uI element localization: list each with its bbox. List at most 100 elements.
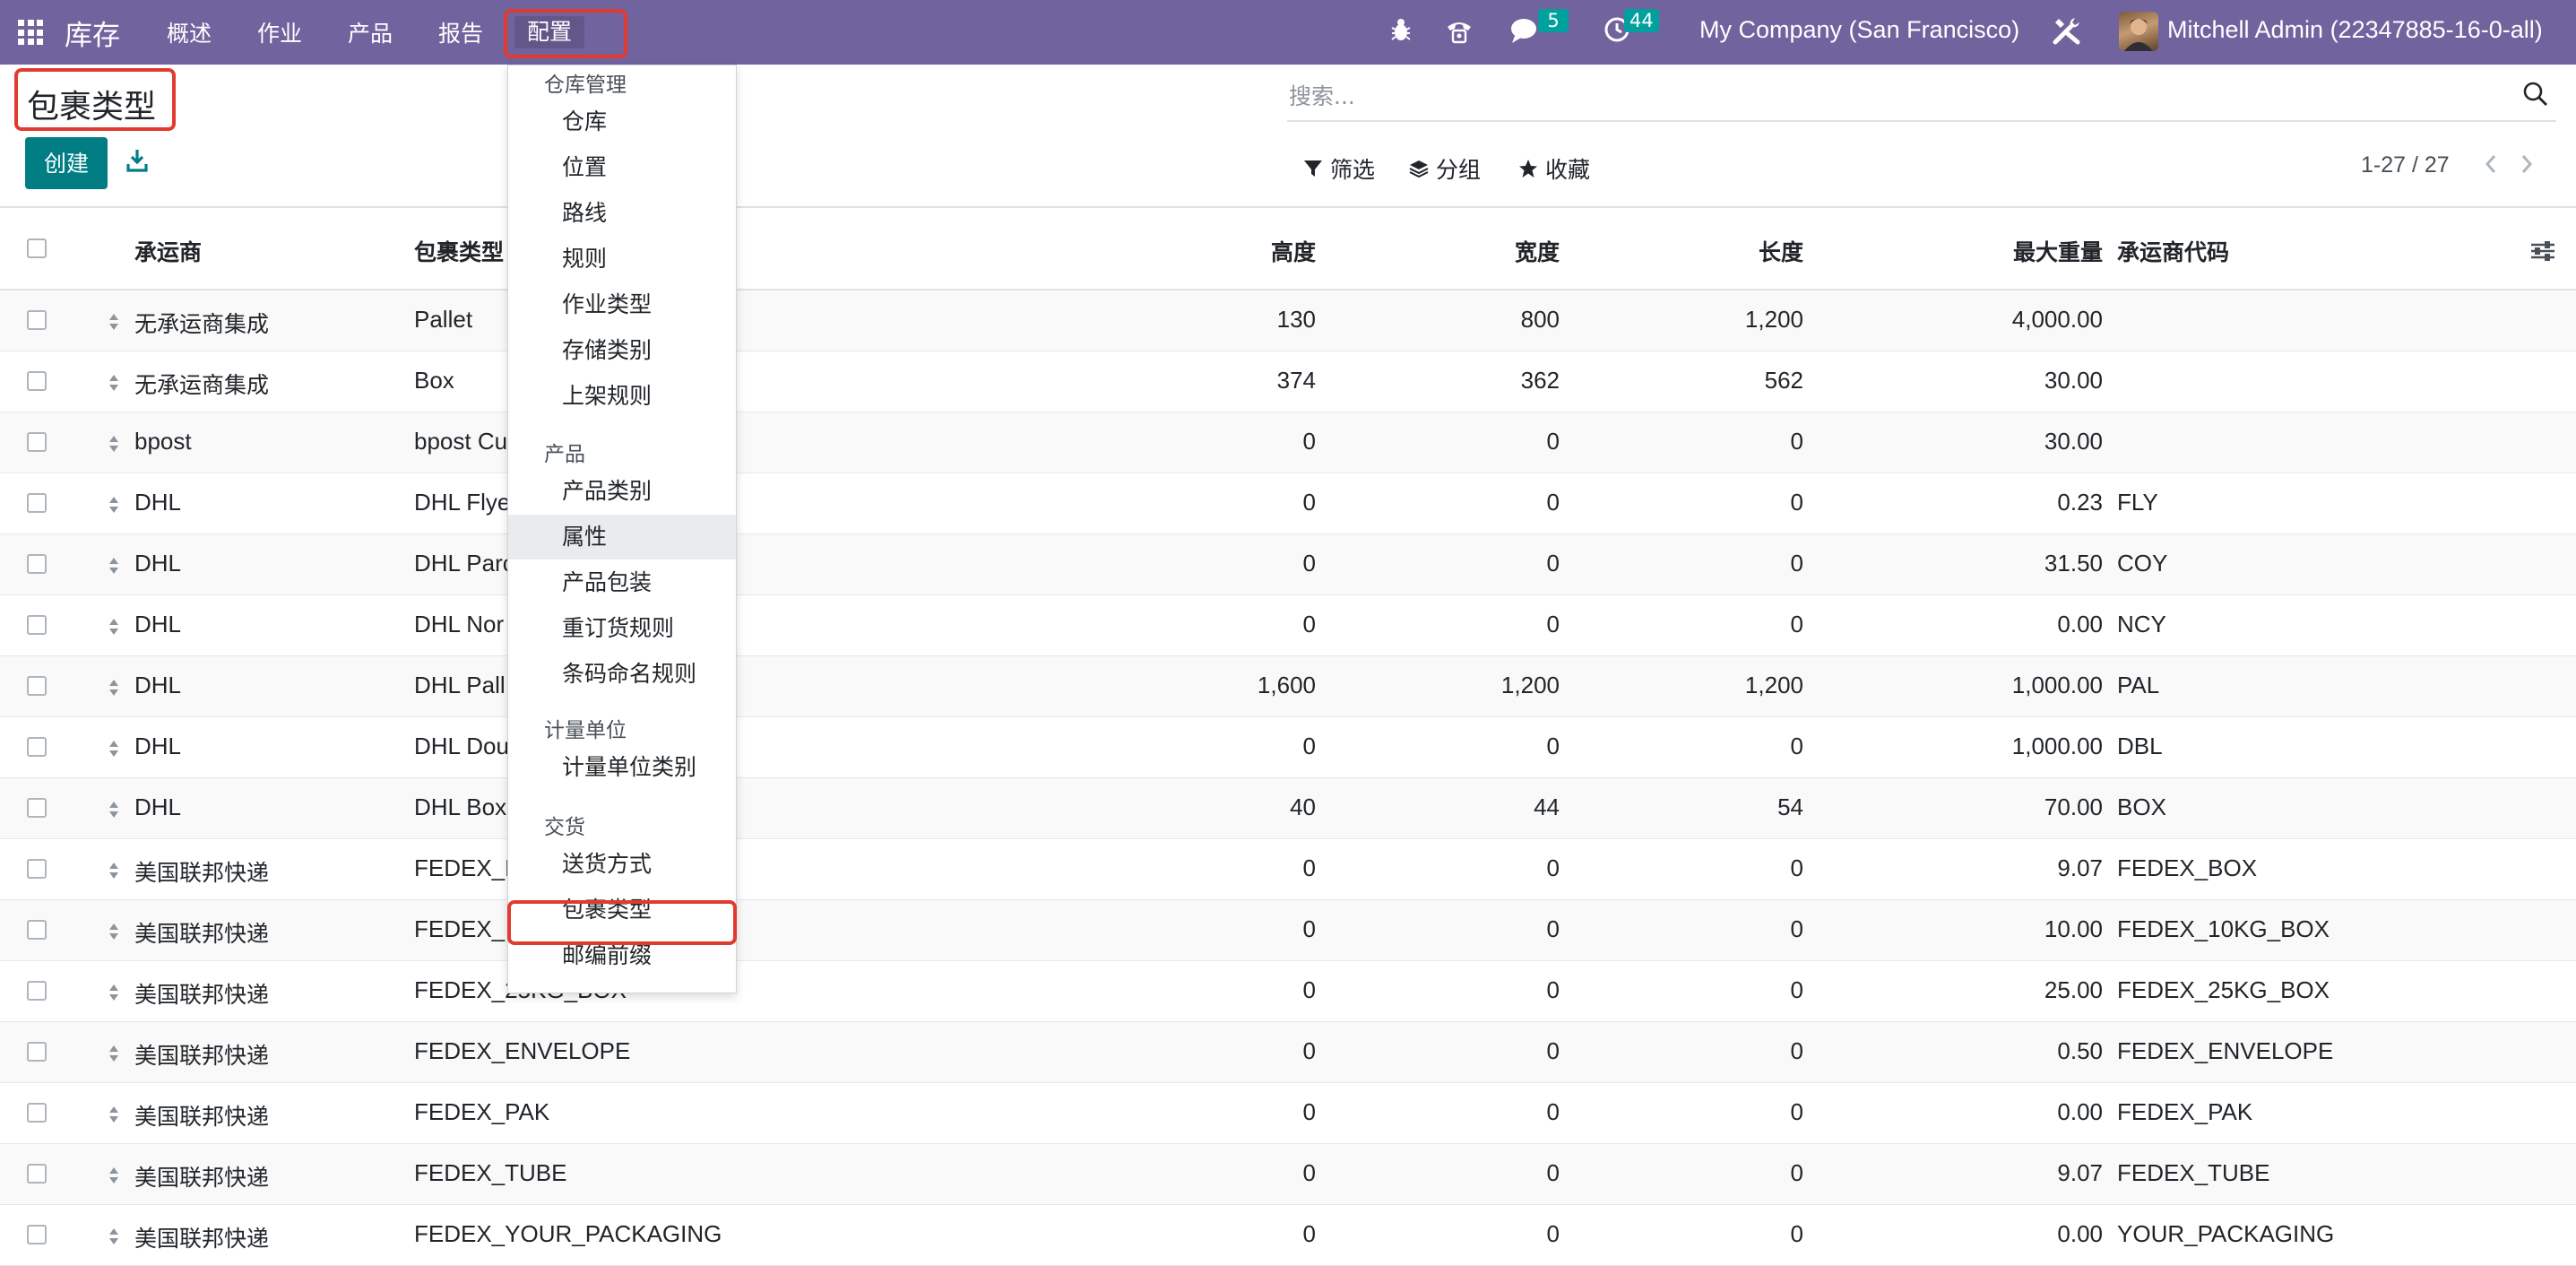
dropdown-item[interactable]: 规则 (508, 237, 736, 282)
menu-products[interactable]: 产品 (348, 16, 393, 48)
col-length[interactable]: 长度 (1635, 235, 1803, 267)
dropdown-item[interactable]: 产品包装 (508, 560, 736, 605)
user-menu[interactable]: Mitchell Admin (22347885-16-0-all) (2167, 16, 2543, 44)
dropdown-item[interactable]: 产品类别 (508, 469, 736, 514)
row-checkbox[interactable] (27, 859, 47, 879)
row-checkbox[interactable] (27, 737, 47, 757)
table-row[interactable]: bpost bpost Cu 0 0 0 30.00 (0, 412, 2576, 473)
chat-icon[interactable] (1509, 16, 1542, 45)
avatar[interactable] (2119, 12, 2158, 51)
cell-max-weight: 9.07 (2057, 1159, 2103, 1186)
row-checkbox[interactable] (27, 432, 47, 452)
table-row[interactable]: 美国联邦快递 FEDEX_ENVELOPE 0 0 0 0.50 FEDEX_ENVELOP… (0, 1022, 2576, 1083)
drag-handle-icon[interactable] (108, 434, 120, 454)
cell-length: 0 (1790, 1037, 1803, 1064)
drag-handle-icon[interactable] (108, 373, 120, 393)
dropdown-item[interactable]: 位置 (508, 145, 736, 190)
col-max-weight[interactable]: 最大重量 (1882, 235, 2103, 267)
search-input[interactable] (1287, 77, 2492, 115)
drag-handle-icon[interactable] (108, 556, 120, 576)
row-checkbox[interactable] (27, 1225, 47, 1244)
table-row[interactable]: DHL DHL Dou 0 0 0 1,000.00 DBL (0, 717, 2576, 778)
drag-handle-icon[interactable] (108, 1227, 120, 1246)
menu-operations[interactable]: 作业 (257, 16, 302, 48)
select-all-checkbox[interactable] (27, 238, 47, 258)
company-switcher[interactable]: My Company (San Francisco) (1699, 16, 2019, 44)
table-row[interactable]: DHL DHL Pall 1,600 1,200 1,200 1,000.00 PAL (0, 656, 2576, 717)
cell-height: 0 (1302, 915, 1316, 942)
row-checkbox[interactable] (27, 1042, 47, 1062)
phone-icon[interactable] (1445, 18, 1474, 45)
row-checkbox[interactable] (27, 798, 47, 818)
chevron-left-icon[interactable] (2481, 151, 2501, 178)
filter-button[interactable]: 筛选 (1303, 152, 1375, 185)
table-row[interactable]: 美国联邦快递 FEDEX_B 0 0 0 9.07 FEDEX_BOX (0, 839, 2576, 900)
table-row[interactable]: 美国联邦快递 FEDEX_YOUR_PACKAGING 0 0 0 0.00 YOUR_PA… (0, 1205, 2576, 1266)
table-row[interactable]: DHL DHL Parc 0 0 0 31.50 COY (0, 534, 2576, 595)
chevron-right-icon[interactable] (2517, 151, 2537, 178)
cell-length: 0 (1790, 854, 1803, 881)
app-name[interactable]: 库存 (65, 13, 120, 53)
column-settings-icon[interactable] (2529, 238, 2556, 264)
col-width[interactable]: 宽度 (1391, 235, 1560, 267)
dropdown-item[interactable]: 仓库 (508, 100, 736, 144)
col-carrier[interactable]: 承运商 (134, 235, 202, 267)
row-checkbox[interactable] (27, 554, 47, 574)
dropdown-item[interactable]: 存储类别 (508, 328, 736, 373)
pager-value[interactable]: 1-27 / 27 (2361, 152, 2450, 178)
cell-height: 0 (1302, 1159, 1316, 1186)
table-row[interactable]: 美国联邦快递 FEDEX_ 0 0 0 10.00 FEDEX_10KG_BOX (0, 900, 2576, 961)
table-row[interactable]: 无承运商集成 Pallet 130 800 1,200 4,000.00 (0, 290, 2576, 351)
dropdown-item[interactable]: 条码命名规则 (508, 652, 736, 697)
cell-package-type: FEDEX_ENVELOPE (414, 1037, 631, 1064)
table-row[interactable]: 美国联邦快递 FEDEX_PAK 0 0 0 0.00 FEDEX_PAK (0, 1083, 2576, 1144)
dropdown-item[interactable]: 送货方式 (508, 842, 736, 887)
table-row[interactable]: DHL DHL Box 40 44 54 70.00 BOX (0, 778, 2576, 839)
drag-handle-icon[interactable] (108, 983, 120, 1002)
favorites-button[interactable]: 收藏 (1518, 152, 1590, 185)
drag-handle-icon[interactable] (108, 1105, 120, 1124)
create-button[interactable]: 创建 (25, 137, 108, 189)
group-by-button[interactable]: 分组 (1409, 152, 1481, 185)
table-row[interactable]: 美国联邦快递 FEDEX_TUBE 0 0 0 9.07 FEDEX_TUBE (0, 1144, 2576, 1205)
table-row[interactable]: DHL DHL Nor 0 0 0 0.00 NCY (0, 595, 2576, 656)
dropdown-item[interactable]: 上架规则 (508, 374, 736, 419)
row-checkbox[interactable] (27, 615, 47, 635)
drag-handle-icon[interactable] (108, 312, 120, 332)
drag-handle-icon[interactable] (108, 800, 120, 819)
row-checkbox[interactable] (27, 676, 47, 696)
drag-handle-icon[interactable] (108, 495, 120, 515)
table-row[interactable]: 无承运商集成 Box 374 362 562 30.00 (0, 351, 2576, 412)
apps-menu-icon[interactable] (18, 20, 43, 45)
dropdown-item[interactable]: 重订货规则 (508, 606, 736, 651)
menu-overview[interactable]: 概述 (167, 16, 212, 48)
row-checkbox[interactable] (27, 920, 47, 940)
table-row[interactable]: 美国联邦快递FEDEX_25KG_BOX00025.00FEDEX_25KG_B… (0, 961, 2576, 1022)
col-carrier-code[interactable]: 承运商代码 (2117, 235, 2229, 267)
row-checkbox[interactable] (27, 310, 47, 330)
dropdown-item[interactable]: 计量单位类别 (508, 745, 736, 790)
row-checkbox[interactable] (27, 493, 47, 513)
debug-tools-icon[interactable] (2051, 14, 2083, 47)
row-checkbox[interactable] (27, 981, 47, 1001)
drag-handle-icon[interactable] (108, 1166, 120, 1185)
bug-icon[interactable] (1391, 17, 1411, 44)
drag-handle-icon[interactable] (108, 1044, 120, 1063)
drag-handle-icon[interactable] (108, 617, 120, 637)
col-package-type[interactable]: 包裹类型 (414, 235, 504, 267)
drag-handle-icon[interactable] (108, 922, 120, 941)
drag-handle-icon[interactable] (108, 739, 120, 759)
row-checkbox[interactable] (27, 1103, 47, 1123)
download-icon[interactable] (125, 148, 149, 173)
dropdown-item[interactable]: 属性 (508, 515, 736, 559)
col-height[interactable]: 高度 (1147, 235, 1316, 267)
row-checkbox[interactable] (27, 1164, 47, 1184)
drag-handle-icon[interactable] (108, 861, 120, 880)
row-checkbox[interactable] (27, 371, 47, 391)
dropdown-item[interactable]: 作业类型 (508, 282, 736, 327)
search-icon[interactable] (2522, 81, 2549, 108)
dropdown-item[interactable]: 路线 (508, 191, 736, 236)
drag-handle-icon[interactable] (108, 678, 120, 698)
menu-reporting[interactable]: 报告 (438, 16, 483, 48)
table-row[interactable]: DHL DHL Flye 0 0 0 0.23 FLY (0, 473, 2576, 534)
